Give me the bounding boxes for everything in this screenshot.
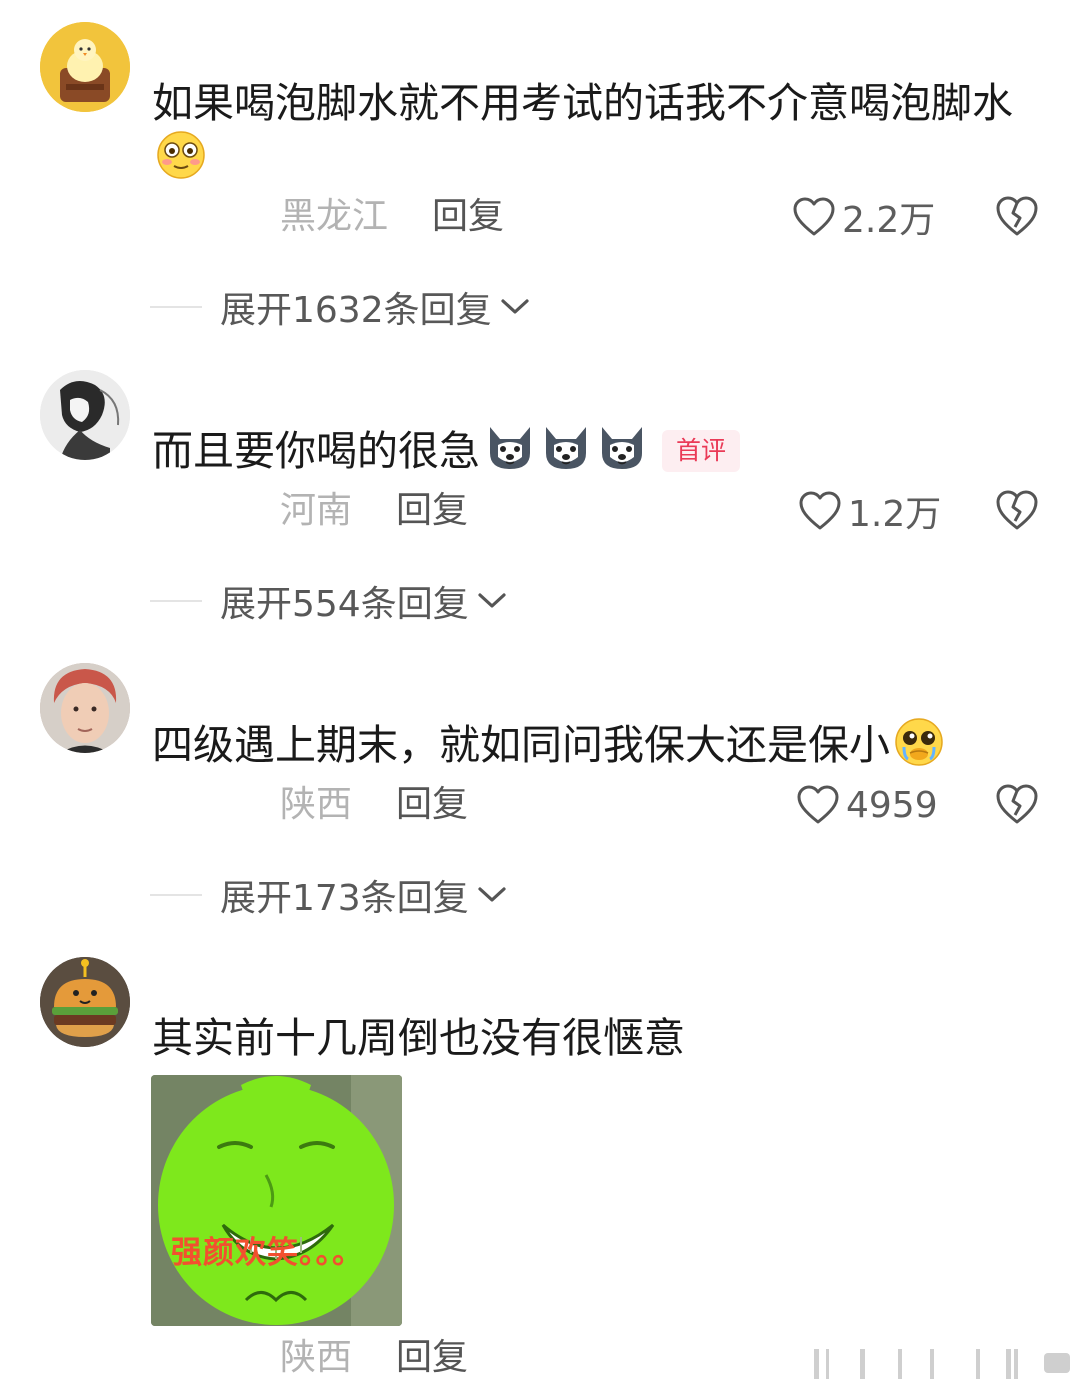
green-smiling-face-sticker-icon <box>151 1075 402 1326</box>
reply-button[interactable]: 回复 <box>396 490 468 531</box>
divider <box>150 894 202 896</box>
region-label: 黑龙江 <box>280 196 389 237</box>
expand-replies-button[interactable]: 展开554条回复 <box>150 576 507 626</box>
like-button[interactable]: 4959 <box>796 780 938 830</box>
chick-on-chair-avatar-icon <box>40 22 130 112</box>
expand-replies-button[interactable]: 展开1632条回复 <box>150 282 530 332</box>
reply-button[interactable]: 回复 <box>396 1337 468 1378</box>
like-button[interactable]: 2.2万 <box>792 192 935 242</box>
dislike-button[interactable] <box>994 782 1040 828</box>
region-label: 陕西 <box>280 1337 353 1378</box>
expand-replies-label: 展开554条回复 <box>220 584 469 625</box>
like-button[interactable]: 1.2万 <box>798 486 941 536</box>
chevron-down-icon <box>501 299 529 314</box>
broken-heart-icon <box>996 784 1038 824</box>
red-hair-portrait-avatar-icon <box>40 663 130 753</box>
broken-heart-icon <box>996 196 1038 236</box>
reply-button[interactable]: 回复 <box>396 784 468 825</box>
avatar[interactable] <box>40 663 130 753</box>
pleading-face-icon <box>894 717 944 780</box>
expand-replies-label: 展开1632条回复 <box>220 290 492 331</box>
chevron-down-icon <box>478 887 506 902</box>
comment-text: 如果喝泡脚水就不用考试的话我不介意喝泡脚水 <box>152 76 1032 193</box>
region-label: 陕西 <box>280 784 353 825</box>
husky-dog-icon <box>484 423 536 486</box>
like-count: 4959 <box>846 784 938 826</box>
sticker-caption: 强颜欢笑。。。 <box>171 1235 364 1271</box>
like-count: 1.2万 <box>848 494 942 535</box>
watermark-strip <box>800 1345 1080 1385</box>
divider <box>150 306 202 308</box>
comment-text: 而且要你喝的很急 首评 <box>152 423 1032 486</box>
comment-text: 其实前十几周倒也没有很惬意 <box>152 1014 685 1062</box>
flushed-face-icon <box>156 130 206 193</box>
husky-dog-icon <box>540 423 592 486</box>
expand-replies-button[interactable]: 展开173条回复 <box>150 870 507 920</box>
burger-avatar-icon <box>40 957 130 1047</box>
dislike-button[interactable] <box>994 488 1040 534</box>
first-comment-badge: 首评 <box>662 430 741 472</box>
broken-heart-icon <box>996 490 1038 530</box>
avatar[interactable] <box>40 957 130 1047</box>
heart-outline-icon <box>793 197 835 236</box>
sketch-portrait-avatar-icon <box>40 370 130 460</box>
husky-dog-icon <box>596 423 648 486</box>
divider <box>150 600 202 602</box>
avatar[interactable] <box>40 370 130 460</box>
comment-meta: 陕西 回复 <box>280 1333 468 1383</box>
like-count: 2.2万 <box>842 200 936 241</box>
comment-text: 四级遇上期末，就如同问我保大还是保小 <box>152 717 1032 780</box>
comment-meta: 陕西 回复 <box>280 780 468 830</box>
comment-meta: 黑龙江 回复 <box>280 192 504 242</box>
region-label: 河南 <box>280 490 353 531</box>
avatar[interactable] <box>40 22 130 112</box>
heart-outline-icon <box>797 785 839 824</box>
comment-meta: 河南 回复 <box>280 486 468 536</box>
heart-outline-icon <box>799 491 841 530</box>
sticker-image[interactable]: 强颜欢笑。。。 <box>151 1075 402 1326</box>
dislike-button[interactable] <box>994 194 1040 240</box>
expand-replies-label: 展开173条回复 <box>220 878 469 919</box>
chevron-down-icon <box>478 593 506 608</box>
reply-button[interactable]: 回复 <box>432 196 504 237</box>
